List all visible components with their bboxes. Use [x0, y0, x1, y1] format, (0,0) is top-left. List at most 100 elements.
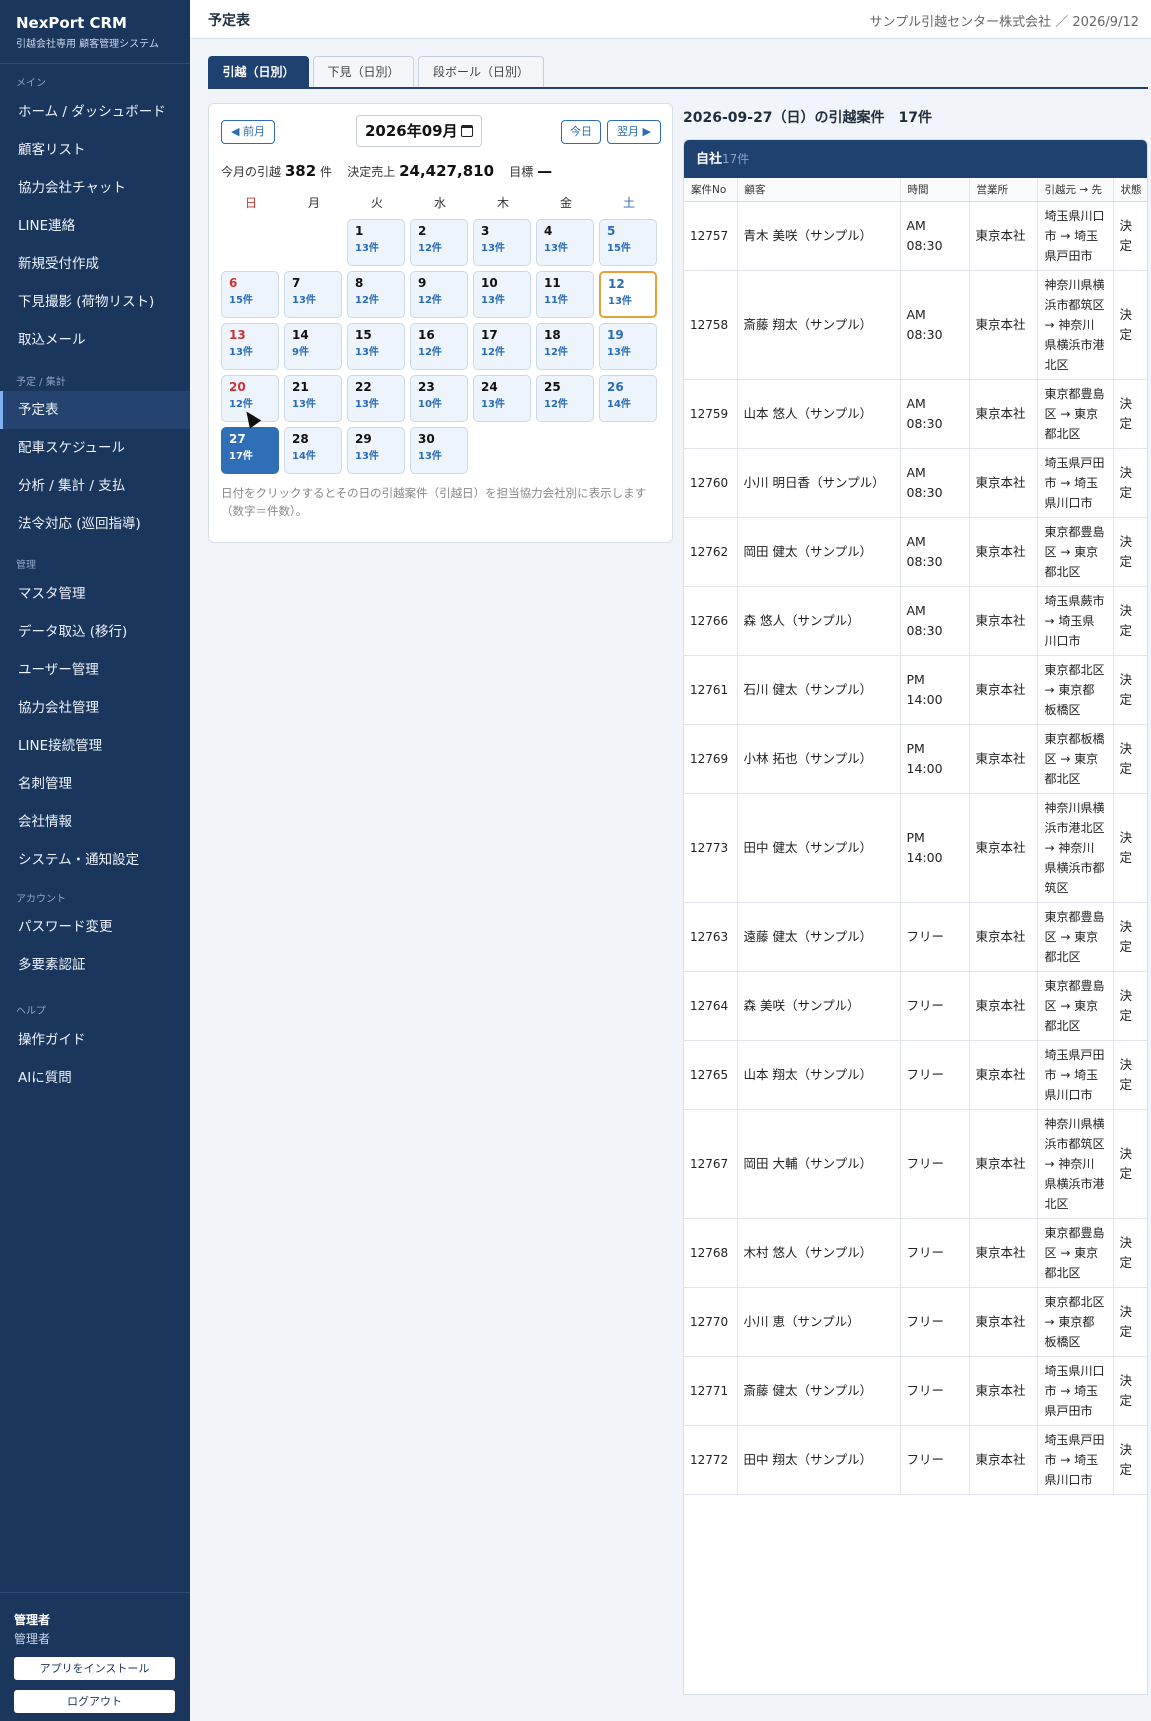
table-row[interactable]: 12758 斎藤 翔太（サンプル） AM 08:30 東京本社 神奈川県横浜市都筑区 →…: [684, 270, 1147, 380]
tab-move-daily[interactable]: 引越（日別）: [208, 56, 309, 87]
office-cell: 東京本社: [969, 1356, 1038, 1426]
day-number: 13: [229, 328, 246, 342]
table-row[interactable]: 12770 小川 恵（サンプル） フリー 東京本社 東京都北区 → 東京都板橋区 決定: [684, 1287, 1147, 1357]
sidebar-item[interactable]: 名刺管理: [0, 765, 190, 803]
table-row[interactable]: 12769 小林 拓也（サンプル） PM 14:00 東京本社 東京都板橋区 → 東京都…: [684, 724, 1147, 794]
case-no-cell: 12770: [684, 1287, 738, 1357]
calendar-day[interactable]: 22 13件: [347, 375, 405, 422]
table-row[interactable]: 12762 岡田 健太（サンプル） AM 08:30 東京本社 東京都豊島区 → 東京都…: [684, 517, 1147, 587]
day-count: 12件: [418, 295, 442, 306]
sidebar-item[interactable]: LINE連絡: [0, 207, 190, 245]
sidebar-item[interactable]: ホーム / ダッシュボード: [0, 93, 190, 131]
sidebar-item[interactable]: 配車スケジュール: [0, 429, 190, 467]
calendar-day[interactable]: 23 10件: [410, 375, 468, 422]
calendar-day[interactable]: 9 12件: [410, 271, 468, 318]
sidebar-item[interactable]: 分析 / 集計 / 支払: [0, 467, 190, 505]
sidebar-item[interactable]: 操作ガイド: [0, 1021, 190, 1059]
sidebar-item[interactable]: LINE接続管理: [0, 727, 190, 765]
calendar-day[interactable]: 13 13件: [221, 323, 279, 370]
calendar-day[interactable]: 12 13件: [599, 271, 657, 318]
calendar-day[interactable]: 15 13件: [347, 323, 405, 370]
table-row[interactable]: 12771 斎藤 健太（サンプル） フリー 東京本社 埼玉県川口市 → 埼玉県戸田市 決定: [684, 1356, 1147, 1426]
day-count: 13件: [355, 347, 379, 358]
calendar-day[interactable]: 4 13件: [536, 219, 594, 266]
calendar-day[interactable]: 27 17件: [221, 427, 279, 474]
table-row[interactable]: 12773 田中 健太（サンプル） PM 14:00 東京本社 神奈川県横浜市港北区 →…: [684, 793, 1147, 903]
calendar-day[interactable]: 7 13件: [284, 271, 342, 318]
table-row[interactable]: 12759 山本 悠人（サンプル） AM 08:30 東京本社 東京都豊島区 → 東京都…: [684, 379, 1147, 449]
sidebar-item[interactable]: 法令対応 (巡回指導): [0, 505, 190, 543]
sidebar-item[interactable]: 顧客リスト: [0, 131, 190, 169]
sidebar-item[interactable]: 協力会社チャット: [0, 169, 190, 207]
calendar-day[interactable]: 19 13件: [599, 323, 657, 370]
customer-name-cell: 山本 翔太（サンプル）: [737, 1040, 901, 1110]
table-row[interactable]: 12765 山本 翔太（サンプル） フリー 東京本社 埼玉県戸田市 → 埼玉県川口市 決定: [684, 1040, 1147, 1110]
table-row[interactable]: 12766 森 悠人（サンプル） AM 08:30 東京本社 埼玉県蕨市 → 埼玉県川口…: [684, 586, 1147, 656]
table-row[interactable]: 12760 小川 明日香（サンプル） AM 08:30 東京本社 埼玉県戸田市 → 埼玉…: [684, 448, 1147, 518]
sidebar-item[interactable]: 予定表: [0, 391, 190, 429]
sidebar-item[interactable]: データ取込 (移行): [0, 613, 190, 651]
calendar-day[interactable]: 5 15件: [599, 219, 657, 266]
sidebar-item[interactable]: AIに質問: [0, 1059, 190, 1097]
logout-button[interactable]: ログアウト: [14, 1690, 175, 1713]
day-number: 5: [607, 224, 616, 238]
calendar-day[interactable]: 10 13件: [473, 271, 531, 318]
office-cell: 東京本社: [969, 1218, 1038, 1288]
calendar-day[interactable]: 24 13件: [473, 375, 531, 422]
prev-month-button[interactable]: ◀ 前月: [221, 120, 275, 144]
table-row[interactable]: 12763 遠藤 健太（サンプル） フリー 東京本社 東京都豊島区 → 東京都北区 決定: [684, 902, 1147, 972]
calendar-day[interactable]: 17 12件: [473, 323, 531, 370]
table-row[interactable]: 12768 木村 悠人（サンプル） フリー 東京本社 東京都豊島区 → 東京都北区 決定: [684, 1218, 1147, 1288]
page-title: 予定表: [208, 13, 250, 29]
day-number: 2: [418, 224, 427, 238]
table-row[interactable]: 12767 岡田 大輔（サンプル） フリー 東京本社 神奈川県横浜市都筑区 → 神奈川県…: [684, 1109, 1147, 1219]
calendar-day[interactable]: 21 13件: [284, 375, 342, 422]
table-row[interactable]: 12757 青木 美咲（サンプル） AM 08:30 東京本社 埼玉県川口市 → 埼玉県…: [684, 201, 1147, 271]
sidebar-item[interactable]: 取込メール: [0, 321, 190, 359]
office-cell: 東京本社: [969, 201, 1038, 271]
sidebar-item[interactable]: 協力会社管理: [0, 689, 190, 727]
customer-name-cell: 田中 健太（サンプル）: [737, 793, 901, 903]
day-count: 13件: [355, 451, 379, 462]
calendar-day[interactable]: 11 11件: [536, 271, 594, 318]
customer-name-cell: 石川 健太（サンプル）: [737, 655, 901, 725]
day-count: 15件: [607, 243, 631, 254]
day-count: 13件: [607, 347, 631, 358]
sidebar-item[interactable]: パスワード変更: [0, 908, 190, 946]
install-app-button[interactable]: アプリをインストール: [14, 1657, 175, 1680]
table-row[interactable]: 12772 田中 翔太（サンプル） フリー 東京本社 埼玉県戸田市 → 埼玉県川口市 決定: [684, 1425, 1147, 1495]
sidebar-item[interactable]: ユーザー管理: [0, 651, 190, 689]
calendar-day[interactable]: 16 12件: [410, 323, 468, 370]
calendar-day[interactable]: 18 12件: [536, 323, 594, 370]
today-button[interactable]: 今日: [561, 120, 601, 144]
sidebar-item[interactable]: 多要素認証: [0, 946, 190, 984]
calendar-day[interactable]: 1 13件: [347, 219, 405, 266]
sidebar-item[interactable]: 新規受付作成: [0, 245, 190, 283]
sidebar-item[interactable]: 下見撮影 (荷物リスト): [0, 283, 190, 321]
table-row[interactable]: 12764 森 美咲（サンプル） フリー 東京本社 東京都豊島区 → 東京都北区 決定: [684, 971, 1147, 1041]
month-picker[interactable]: 2026年09月: [356, 115, 482, 147]
tab-survey-daily[interactable]: 下見（日別）: [313, 56, 414, 87]
group-header[interactable]: 自社17件: [684, 140, 1147, 178]
sidebar-item[interactable]: マスタ管理: [0, 575, 190, 613]
next-month-button[interactable]: 翌月 ▶: [607, 120, 661, 144]
customer-name-cell: 青木 美咲（サンプル）: [737, 201, 901, 271]
tab-cardboard-daily[interactable]: 段ボール（日別）: [418, 56, 544, 87]
table-row[interactable]: 12761 石川 健太（サンプル） PM 14:00 東京本社 東京都北区 → 東京都板…: [684, 655, 1147, 725]
calendar-day[interactable]: 2 12件: [410, 219, 468, 266]
sidebar-item[interactable]: 会社情報: [0, 803, 190, 841]
calendar-day[interactable]: 26 14件: [599, 375, 657, 422]
status-cell: 決定: [1113, 1040, 1147, 1110]
sidebar-item[interactable]: システム・通知設定: [0, 841, 190, 879]
calendar-day[interactable]: 30 13件: [410, 427, 468, 474]
calendar-day[interactable]: 29 13件: [347, 427, 405, 474]
calendar-day[interactable]: 6 15件: [221, 271, 279, 318]
calendar-day[interactable]: 28 14件: [284, 427, 342, 474]
calendar-day[interactable]: 3 13件: [473, 219, 531, 266]
calendar-day[interactable]: 14 9件: [284, 323, 342, 370]
case-no-cell: 12761: [684, 655, 738, 725]
calendar-day[interactable]: 8 12件: [347, 271, 405, 318]
office-cell: 東京本社: [969, 793, 1038, 903]
office-cell: 東京本社: [969, 1425, 1038, 1495]
calendar-day[interactable]: 25 12件: [536, 375, 594, 422]
